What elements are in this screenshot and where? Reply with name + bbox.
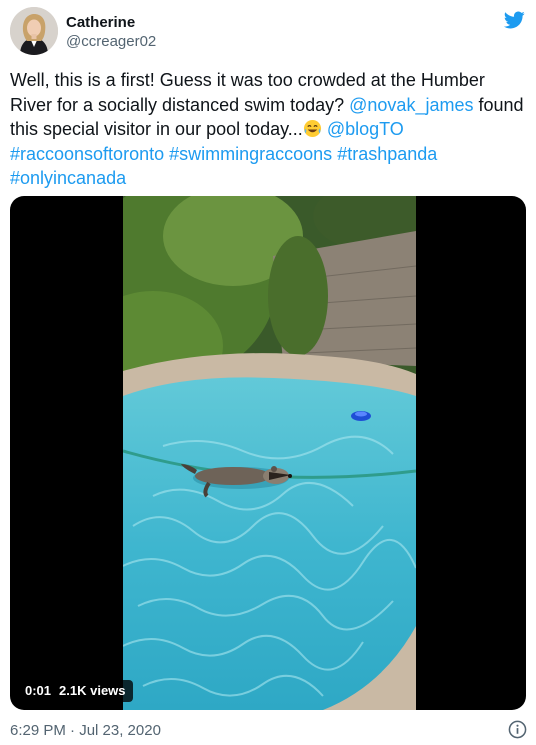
video-frame xyxy=(123,196,416,710)
tweet-header: Catherine @ccreager02 xyxy=(10,7,526,57)
face-with-tears-of-joy-icon xyxy=(303,119,321,138)
video-view-count: 2.1K views xyxy=(59,683,126,698)
video-player[interactable]: 0:01 2.1K views xyxy=(10,196,526,710)
hashtag-link[interactable]: #trashpanda xyxy=(337,144,437,164)
mention-link[interactable]: @blogTO xyxy=(327,119,404,139)
display-name[interactable]: Catherine xyxy=(66,13,156,32)
video-meta-overlay: 0:01 2.1K views xyxy=(18,680,133,702)
hashtag-link[interactable]: #raccoonsoftoronto xyxy=(10,144,164,164)
tweet-text: Well, this is a first! Guess it was too … xyxy=(10,68,526,191)
mention-link[interactable]: @novak_james xyxy=(349,95,473,115)
info-circle-icon[interactable] xyxy=(508,720,527,739)
hashtag-link[interactable]: #onlyincanada xyxy=(10,168,126,188)
avatar[interactable] xyxy=(10,7,58,55)
tweet-timestamp[interactable]: 6:29 PM · Jul 23, 2020 xyxy=(10,722,161,739)
user-handle[interactable]: @ccreager02 xyxy=(66,32,156,51)
hashtag-link[interactable]: #swimmingraccoons xyxy=(169,144,332,164)
twitter-bird-icon[interactable] xyxy=(502,9,526,31)
video-elapsed-time: 0:01 xyxy=(25,683,52,698)
